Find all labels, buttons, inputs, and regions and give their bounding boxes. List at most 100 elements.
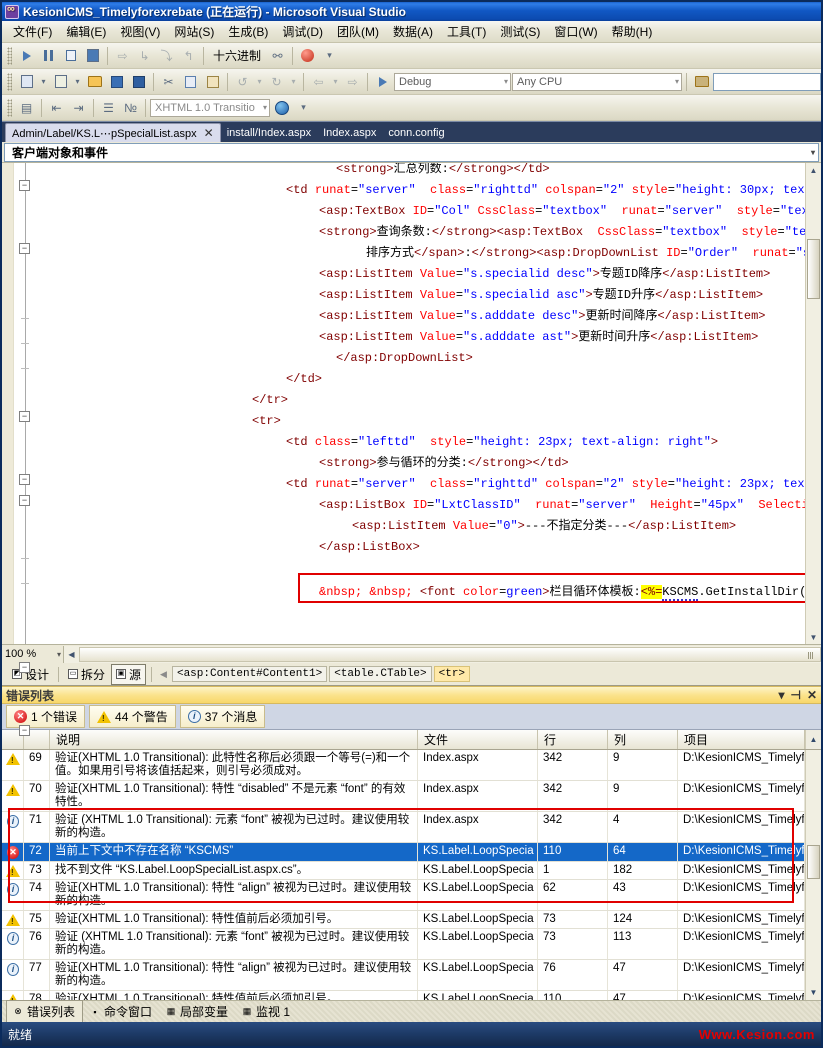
error-list-rows[interactable]: 69验证(XHTML 1.0 Transitional): 此特性名称后必须跟一… [2,750,805,1000]
panel-pin-icon[interactable]: ⊣ [790,688,800,702]
breadcrumb-prev-icon[interactable]: ◀ [157,669,170,680]
new-website-dropdown-icon[interactable]: ▾ [38,71,49,92]
increase-indent-icon[interactable]: ⇥ [68,97,89,118]
window-tab-watch-1[interactable]: ▦ 监视 1 [236,1001,297,1022]
redo-dropdown-icon[interactable]: ▾ [288,71,299,92]
column-header-description[interactable]: 说明 [50,730,418,749]
outline-collapse-box[interactable]: − [19,411,30,422]
table-row[interactable]: 75验证(XHTML 1.0 Transitional): 特性值前后必须加引号… [2,911,805,929]
breadcrumb-tr[interactable]: <tr> [433,666,471,682]
grid-scroll-up-icon[interactable]: ▲ [805,730,821,749]
table-row[interactable]: 73找不到文件 “KS.Label.LoopSpecialList.aspx.c… [2,862,805,880]
editor-vertical-scrollbar[interactable]: ▲ ▼ [805,163,821,644]
find-in-files-icon[interactable] [691,71,712,92]
tab-index-aspx[interactable]: Index.aspx [317,123,382,142]
code-text-area[interactable]: <strong>汇总列数:</strong></td> <td runat="se… [36,163,805,644]
add-new-item-icon[interactable] [50,71,71,92]
copy-icon[interactable] [180,71,201,92]
designer-tab-split[interactable]: ▭ 拆分 [64,665,109,684]
outline-collapse-box[interactable]: − [19,474,30,485]
table-row[interactable]: i 74 验证(XHTML 1.0 Transitional): 特性 “align… [2,880,805,911]
scrollbar-thumb[interactable] [807,238,820,299]
breadcrumb-table-ctable[interactable]: <table.CTable> [329,666,432,682]
restart-icon[interactable] [82,45,103,66]
navigate-forward-icon[interactable]: ⇨ [342,71,363,92]
save-icon[interactable] [106,71,127,92]
navigate-backward-icon[interactable]: ⇦ [308,71,329,92]
paste-icon[interactable] [202,71,223,92]
save-all-icon[interactable] [128,71,149,92]
breakpoints-icon[interactable] [297,45,318,66]
grid-scroll-down-icon[interactable]: ▼ [810,985,818,1000]
table-row[interactable]: ✕ 72 当前上下文中不存在名称 “KSCMS” KS.Label.LoopSpeci… [2,843,805,862]
breadcrumb-content1[interactable]: <asp:Content#Content1> [171,666,328,682]
table-row[interactable]: i 76 验证 (XHTML 1.0 Transitional): 元素 “font… [2,929,805,960]
stop-debugging-icon[interactable] [60,45,81,66]
column-header-file[interactable]: 文件 [418,730,538,749]
window-tab-error-list[interactable]: ⊗ 错误列表 [6,1000,84,1022]
validation-icon[interactable] [271,97,292,118]
toolbar-overflow-chevron-icon[interactable]: ▾ [319,45,340,66]
start-debugging-icon[interactable] [372,71,393,92]
scroll-up-icon[interactable]: ▲ [810,163,818,177]
panel-dropdown-icon[interactable]: ▾ [778,688,784,702]
navigate-backward-dropdown-icon[interactable]: ▾ [330,71,341,92]
zoom-select[interactable]: 100 % ▾ [2,645,64,663]
unordered-list-icon[interactable]: ☰ [98,97,119,118]
step-into-icon[interactable]: ↳ [134,45,155,66]
cut-icon[interactable]: ✂ [158,71,179,92]
table-row[interactable]: 70验证(XHTML 1.0 Transitional): 特性 “disabl… [2,781,805,812]
outline-collapse-box[interactable]: − [19,180,30,191]
code-editor[interactable]: − − − − − − − <strong>汇总列数:</strong></td… [2,163,821,736]
close-icon[interactable]: ✕ [204,126,214,140]
menu-item-help[interactable]: 帮助(H) [605,21,660,42]
scroll-down-icon[interactable]: ▼ [810,630,818,644]
outline-collapse-box[interactable]: − [19,495,30,506]
show-next-statement-icon[interactable]: ⇨ [112,45,133,66]
filter-warnings-button[interactable]: 44 个警告 [89,705,176,728]
target-schema-select[interactable]: XHTML 1.0 Transitio ▾ [150,98,270,117]
menu-item-team[interactable]: 团队(M) [330,21,386,42]
hscroll-track[interactable] [79,646,821,662]
redo-icon[interactable]: ↻ [266,71,287,92]
ordered-list-icon[interactable]: № [120,97,141,118]
outline-collapse-box[interactable]: − [19,662,30,673]
menu-item-edit[interactable]: 编辑(E) [59,21,113,42]
menu-item-file[interactable]: 文件(F) [6,21,59,42]
table-row[interactable]: i 71 验证 (XHTML 1.0 Transitional): 元素 “font… [2,812,805,843]
toolbar-grip-2[interactable] [7,72,12,91]
open-file-icon[interactable] [84,71,105,92]
outline-collapse-box[interactable]: − [19,725,30,736]
step-over-icon[interactable]: ⤵ [156,45,177,66]
table-row[interactable]: 69验证(XHTML 1.0 Transitional): 此特性名称后必须跟一… [2,750,805,781]
error-list-vertical-scrollbar[interactable]: ▼ [805,750,821,1000]
html-toolbar-overflow-icon[interactable]: ▾ [293,97,314,118]
new-website-icon[interactable] [16,71,37,92]
menu-item-test[interactable]: 测试(S) [493,21,547,42]
undo-dropdown-icon[interactable]: ▾ [254,71,265,92]
filter-messages-button[interactable]: i 37 个消息 [179,705,266,728]
designer-tab-source[interactable]: ▣ 源 [111,663,147,685]
scroll-left-icon[interactable]: ◀ [64,650,79,659]
filter-errors-button[interactable]: ✕ 1 个错误 [6,705,86,728]
step-out-icon[interactable]: ↰ [178,45,199,66]
decrease-indent-icon[interactable]: ⇤ [46,97,67,118]
menu-item-debug[interactable]: 调试(D) [275,21,330,42]
tab-install-index-aspx[interactable]: install/Index.aspx [221,123,317,142]
editor-horizontal-scrollbar[interactable]: ◀ [64,645,821,663]
hex-display-label[interactable]: 十六进制 [208,47,266,64]
menu-item-build[interactable]: 生成(B) [221,21,275,42]
menu-item-data[interactable]: 数据(A) [386,21,440,42]
client-objects-events-select[interactable]: 客户端对象和事件 ▾ [4,142,819,162]
tab-conn-config[interactable]: conn.config [382,123,450,142]
grid-scrollbar-thumb[interactable] [807,845,820,879]
menu-item-tools[interactable]: 工具(T) [440,21,493,42]
outlining-margin[interactable]: − − − − − − − [14,163,36,736]
column-header-project[interactable]: 项目 [678,730,805,749]
solution-configuration-select[interactable]: Debug ▾ [394,72,511,91]
solution-platform-select[interactable]: Any CPU ▾ [512,72,682,91]
column-header-line[interactable]: 行 [538,730,608,749]
threads-icon[interactable]: ⚯ [267,45,288,66]
add-new-item-dropdown-icon[interactable]: ▾ [72,71,83,92]
panel-close-icon[interactable]: ✕ [807,688,817,702]
